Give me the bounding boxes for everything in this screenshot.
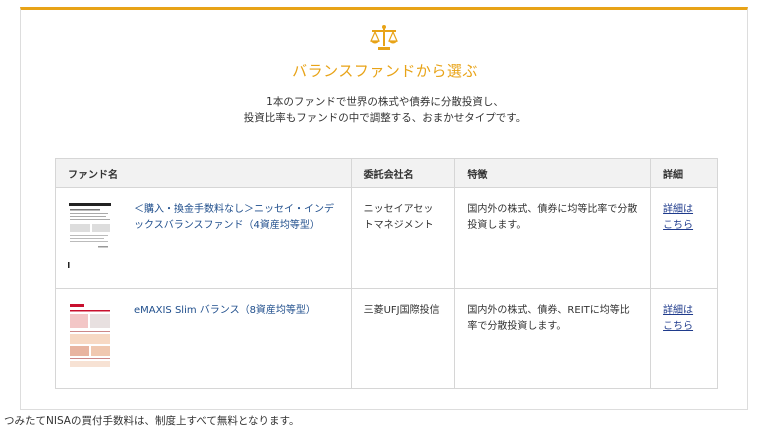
scale-icon <box>370 25 398 50</box>
detail-link[interactable]: 詳細は こちら <box>663 303 705 335</box>
footnote: つみたてNISAの買付手数料は、制度上すべて無料となります。 <box>4 415 300 427</box>
detail-link-line-1: 詳細は <box>663 305 694 316</box>
detail-link-line-1: 詳細は <box>663 204 694 215</box>
detail-link[interactable]: 詳細は こちら <box>663 202 705 234</box>
prospectus-thumbnail[interactable] <box>68 303 112 369</box>
header-detail: 詳細 <box>650 158 718 188</box>
header-feature: 特徴 <box>454 158 652 188</box>
detail-link-line-2: こちら <box>663 220 694 231</box>
header-company: 委託会社名 <box>350 158 456 188</box>
fund-name-link[interactable]: eMAXIS Slim バランス（8資産均等型） <box>134 303 316 369</box>
intro-line-2: 投資比率もファンドの中で調整する、おまかせタイプです。 <box>243 112 527 124</box>
fund-name-cell: ＜購入・換金手数料なし＞ニッセイ・インデックスバランスファンド（4資産均等型） <box>55 187 352 289</box>
feature-cell: 国内外の株式、債券、REITに均等比率で分散投資します。 <box>454 288 652 389</box>
table-header-row: ファンド名 委託会社名 特徴 詳細 <box>55 158 718 188</box>
prospectus-thumbnail[interactable] <box>68 202 112 268</box>
company-cell: 三菱UFJ国際投信 <box>350 288 456 389</box>
table-row: ＜購入・換金手数料なし＞ニッセイ・インデックスバランスファンド（4資産均等型） … <box>55 187 718 289</box>
section-heading: バランスファンドから選ぶ <box>292 62 478 80</box>
company-cell: ニッセイアセットマネジメント <box>350 187 456 289</box>
section-intro: 1本のファンドで世界の株式や債券に分散投資し、 投資比率もファンドの中で調整する… <box>21 94 749 126</box>
fund-table: ファンド名 委託会社名 特徴 詳細 ＜購入・換金手数料なし＞ニッセイ・インデック… <box>55 158 718 389</box>
fund-name-cell: eMAXIS Slim バランス（8資産均等型） <box>55 288 352 389</box>
detail-cell: 詳細は こちら <box>650 187 718 289</box>
fund-name-link[interactable]: ＜購入・換金手数料なし＞ニッセイ・インデックスバランスファンド（4資産均等型） <box>134 202 339 268</box>
table-row: eMAXIS Slim バランス（8資産均等型） 三菱UFJ国際投信 国内外の株… <box>55 288 718 389</box>
detail-cell: 詳細は こちら <box>650 288 718 389</box>
detail-link-line-2: こちら <box>663 321 694 332</box>
balance-fund-section: バランスファンドから選ぶ 1本のファンドで世界の株式や債券に分散投資し、 投資比… <box>20 7 748 410</box>
intro-line-1: 1本のファンドで世界の株式や債券に分散投資し、 <box>266 96 504 108</box>
header-fund-name: ファンド名 <box>55 158 352 188</box>
feature-cell: 国内外の株式、債券に均等比率で分散投資します。 <box>454 187 652 289</box>
